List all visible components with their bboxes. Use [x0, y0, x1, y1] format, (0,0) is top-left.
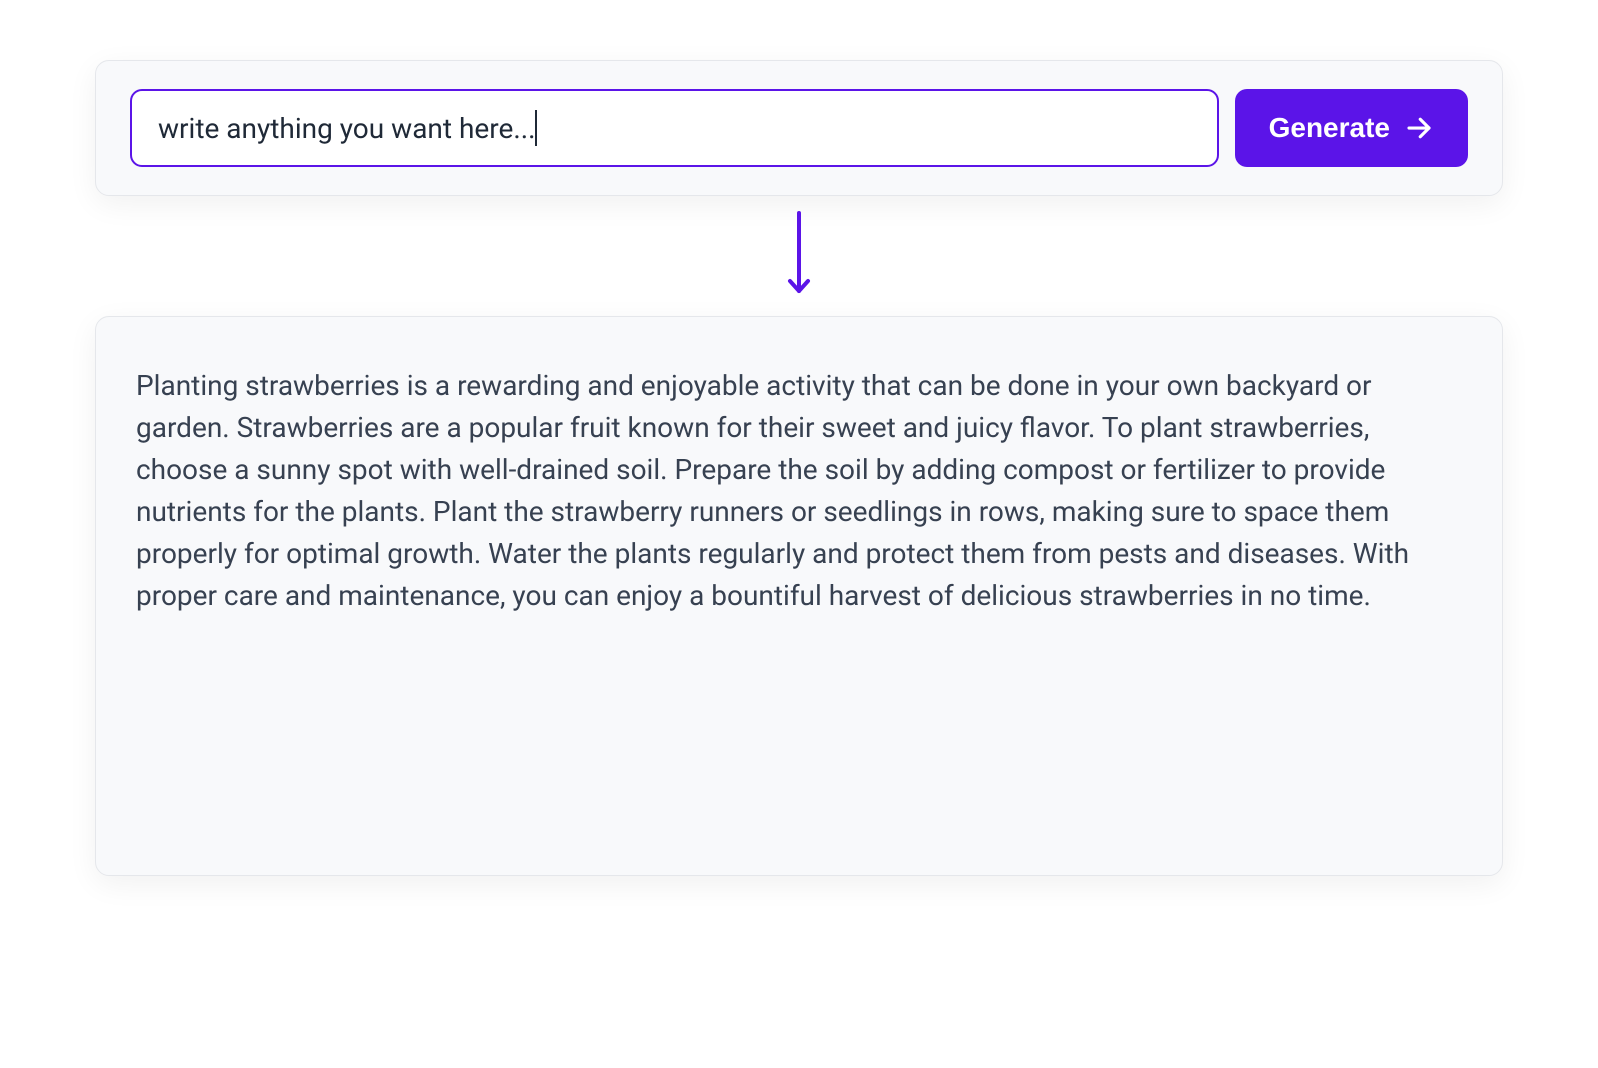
text-cursor — [535, 110, 537, 146]
arrow-connector — [95, 196, 1503, 316]
input-panel: write anything you want here... Generate — [95, 60, 1503, 196]
arrow-down-icon — [784, 209, 814, 303]
output-text: Planting strawberries is a rewarding and… — [136, 365, 1462, 617]
generate-button-label: Generate — [1269, 112, 1390, 144]
prompt-input-value: write anything you want here... — [158, 112, 535, 145]
generate-button[interactable]: Generate — [1235, 89, 1468, 167]
output-panel: Planting strawberries is a rewarding and… — [95, 316, 1503, 876]
prompt-input[interactable]: write anything you want here... — [130, 89, 1219, 167]
arrow-right-icon — [1404, 113, 1434, 143]
